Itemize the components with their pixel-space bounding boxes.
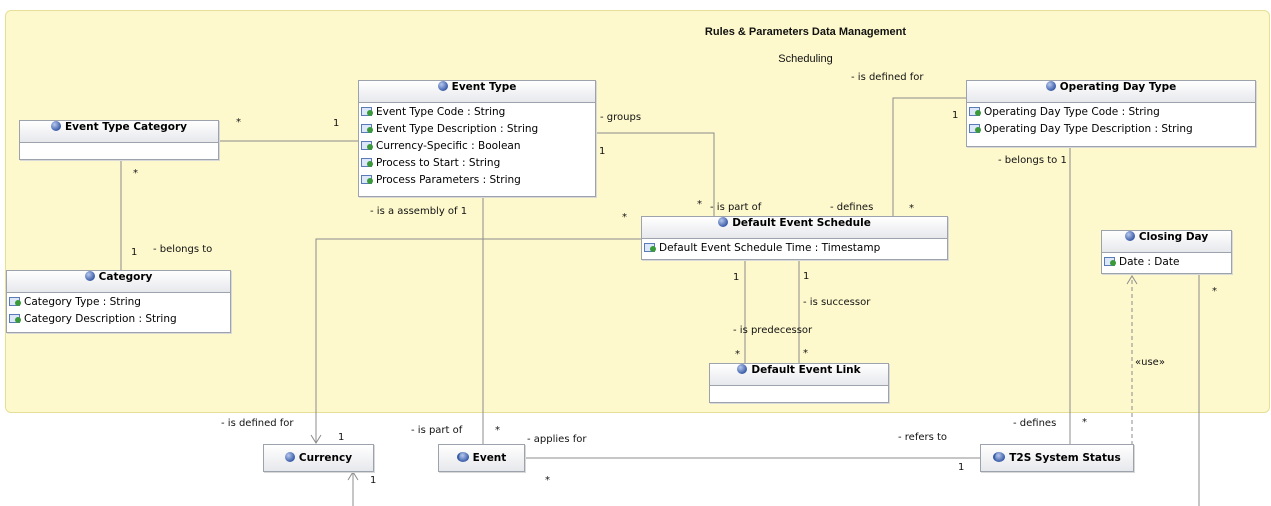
multiplicity-label: *: [133, 168, 138, 179]
attribute: Date : Date: [1104, 254, 1229, 271]
attribute-icon: [361, 140, 373, 150]
class-name: Default Event Schedule: [732, 217, 871, 229]
class-header: T2S System Status: [981, 445, 1133, 471]
attribute-icon: [361, 157, 373, 167]
class-header: Category: [7, 271, 230, 293]
interface-icon: [993, 452, 1006, 462]
class-header: Closing Day: [1102, 231, 1231, 253]
class-name: Default Event Link: [751, 364, 861, 376]
multiplicity-label: 1: [131, 247, 138, 258]
role-label: - belongs to 1: [998, 155, 1067, 166]
attribute-icon: [9, 313, 21, 323]
class-icon: [1045, 81, 1056, 91]
attribute: Event Type Description : String: [361, 121, 593, 138]
multiplicity-label: 1: [952, 110, 959, 121]
attribute-icon: [361, 106, 373, 116]
multiplicity-label: *: [803, 348, 808, 359]
role-label: - is a assembly of 1: [370, 206, 468, 217]
multiplicity-label: *: [545, 475, 550, 486]
multiplicity-label: *: [495, 425, 500, 436]
class-header: Event Type: [359, 81, 595, 103]
multiplicity-label: 1: [958, 462, 965, 473]
role-label: - is defined for: [851, 72, 924, 83]
class-icon: [737, 364, 748, 374]
multiplicity-label: *: [1212, 286, 1217, 297]
role-label: - defines: [1013, 418, 1057, 429]
multiplicity-label: 1: [599, 146, 606, 157]
multiplicity-label: 1: [803, 271, 810, 282]
diagram-canvas: Rules & Parameters Data Management Sched…: [0, 0, 1271, 506]
role-label: - belongs to: [153, 244, 213, 255]
class-name: T2S System Status: [1009, 452, 1121, 464]
class-closing-day[interactable]: Closing Day Date : Date: [1101, 230, 1232, 274]
role-label: - is successor: [803, 297, 871, 308]
attribute: Event Type Code : String: [361, 104, 593, 121]
class-header: Operating Day Type: [967, 81, 1255, 103]
attribute-icon: [9, 296, 21, 306]
class-header: Currency: [264, 445, 373, 471]
attribute: Category Type : String: [9, 294, 228, 311]
interface-icon: [456, 452, 469, 462]
class-name: Event Type Category: [64, 121, 188, 133]
class-header: Event Type Category: [20, 121, 218, 143]
class-header: Default Event Schedule: [642, 217, 947, 239]
attribute-icon: [361, 174, 373, 184]
attribute: Process to Start : String: [361, 155, 593, 172]
class-event[interactable]: Event: [438, 444, 525, 472]
class-default-event-schedule[interactable]: Default Event Schedule Default Event Sch…: [641, 216, 948, 260]
multiplicity-label: 1: [733, 272, 740, 283]
class-name: Currency: [298, 452, 353, 464]
multiplicity-label: *: [909, 203, 914, 214]
role-label: - defines: [830, 202, 874, 213]
class-icon: [437, 81, 448, 91]
stereotype-label: «use»: [1135, 357, 1165, 368]
class-header: Default Event Link: [710, 364, 888, 386]
class-icon: [1124, 231, 1135, 241]
role-label: - is part of: [411, 425, 463, 436]
attribute: Category Description : String: [9, 311, 228, 328]
multiplicity-label: 1: [333, 118, 340, 129]
attribute-icon: [969, 106, 981, 116]
multiplicity-label: *: [236, 117, 241, 128]
role-label: - is defined for: [221, 418, 294, 429]
class-name: Event: [472, 452, 507, 464]
attribute-icon: [644, 242, 656, 252]
multiplicity-label: 1: [338, 432, 345, 443]
attribute-icon: [361, 123, 373, 133]
class-icon: [718, 217, 729, 227]
class-name: Event Type: [451, 81, 517, 93]
attribute: Currency-Specific : Boolean: [361, 138, 593, 155]
attribute: Operating Day Type Code : String: [969, 104, 1253, 121]
attribute-icon: [1104, 256, 1116, 266]
class-icon: [284, 452, 295, 462]
multiplicity-label: *: [735, 349, 740, 360]
class-category[interactable]: Category Category Type : String Category…: [6, 270, 231, 333]
class-header: Event: [439, 445, 524, 471]
multiplicity-label: *: [1082, 417, 1087, 428]
attribute-icon: [969, 123, 981, 133]
role-label: - applies for: [527, 434, 587, 445]
role-label: - refers to: [898, 432, 948, 443]
multiplicity-label: *: [622, 212, 627, 223]
class-name: Closing Day: [1138, 231, 1209, 243]
class-event-type-category[interactable]: Event Type Category: [19, 120, 219, 160]
role-label: - is part of: [710, 202, 762, 213]
class-operating-day-type[interactable]: Operating Day Type Operating Day Type Co…: [966, 80, 1256, 147]
class-icon: [50, 121, 61, 131]
multiplicity-label: *: [697, 199, 702, 210]
multiplicity-label: 1: [370, 475, 377, 486]
class-name: Category: [98, 271, 153, 283]
attribute: Process Parameters : String: [361, 172, 593, 189]
class-default-event-link[interactable]: Default Event Link: [709, 363, 889, 403]
role-label: - is predecessor: [733, 325, 813, 336]
attribute: Operating Day Type Description : String: [969, 121, 1253, 138]
role-label: - groups: [600, 112, 642, 123]
class-icon: [84, 271, 95, 281]
class-t2s-system-status[interactable]: T2S System Status: [980, 444, 1134, 472]
class-event-type[interactable]: Event Type Event Type Code : String Even…: [358, 80, 596, 197]
attribute: Default Event Schedule Time : Timestamp: [644, 240, 945, 257]
class-currency[interactable]: Currency: [263, 444, 374, 472]
class-name: Operating Day Type: [1059, 81, 1177, 93]
